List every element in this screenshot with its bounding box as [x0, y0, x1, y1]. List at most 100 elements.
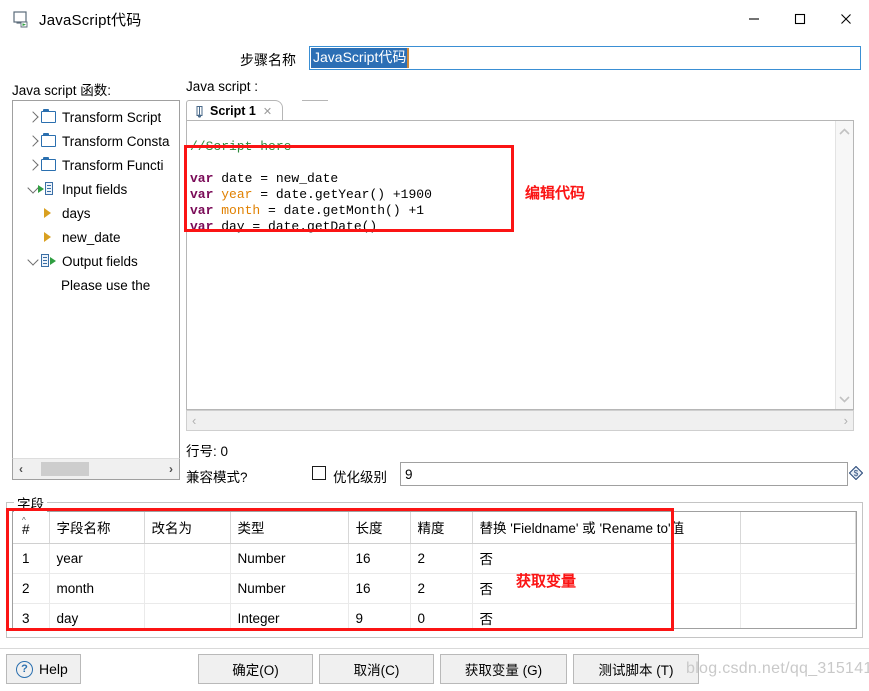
- code-variable: year: [221, 187, 253, 202]
- get-variables-button-label: 获取变量 (G): [464, 663, 543, 678]
- code-keyword: var: [190, 219, 214, 234]
- cell-type[interactable]: Number: [230, 543, 349, 574]
- tree-horizontal-scrollbar[interactable]: ‹ ›: [12, 458, 180, 480]
- cancel-button[interactable]: 取消(C): [319, 654, 434, 684]
- tree-item-label: days: [62, 205, 91, 221]
- code-text: = date.getYear() +1900: [252, 187, 432, 202]
- script-tab-icon: [193, 105, 206, 118]
- ok-button[interactable]: 确定(O): [198, 654, 313, 684]
- optimization-level-checkbox[interactable]: [312, 466, 326, 480]
- tree-item-output-fields[interactable]: Output fields: [13, 249, 179, 273]
- cell-extra[interactable]: [740, 573, 856, 604]
- table-row[interactable]: 1 year Number 16 2 否: [13, 543, 856, 574]
- scroll-down-icon[interactable]: [836, 390, 853, 407]
- scroll-left-icon[interactable]: ‹: [192, 413, 196, 428]
- tree-item-label: Please use the: [61, 277, 151, 293]
- tab-label: Script 1: [210, 104, 256, 118]
- tree-item-label: new_date: [62, 229, 121, 245]
- compatibility-mode-label: 兼容模式?: [186, 470, 248, 485]
- code-comment: //Script here: [190, 139, 292, 154]
- scrollbar-thumb[interactable]: [41, 462, 89, 476]
- folder-icon: [41, 109, 58, 125]
- field-arrow-icon: [41, 205, 58, 221]
- maximize-icon[interactable]: [777, 0, 823, 38]
- functions-tree-panel[interactable]: Transform Script Transform Consta Transf…: [12, 100, 180, 480]
- column-header-length[interactable]: 长度: [348, 512, 411, 544]
- cell-fieldname[interactable]: day: [49, 603, 145, 628]
- tree-item-transform-functions[interactable]: Transform Functi: [13, 153, 179, 177]
- tree-item-input-fields[interactable]: Input fields: [13, 177, 179, 201]
- close-icon[interactable]: [823, 0, 869, 38]
- column-header-extra[interactable]: [740, 512, 856, 544]
- get-variables-button[interactable]: 获取变量 (G): [440, 654, 567, 684]
- functions-panel-caption: Java script 函数:: [12, 83, 112, 98]
- cell-fieldname[interactable]: year: [49, 543, 145, 574]
- column-header-fieldname[interactable]: 字段名称: [49, 512, 145, 544]
- scroll-left-icon[interactable]: ‹: [13, 462, 29, 476]
- code-text: day = date.getDate(): [213, 219, 378, 234]
- line-number-label: 行号: 0: [186, 444, 229, 459]
- cell-extra[interactable]: [740, 603, 856, 628]
- cell-rename[interactable]: [144, 543, 231, 574]
- step-name-input[interactable]: JavaScript代码: [309, 46, 861, 70]
- table-row[interactable]: 3 day Integer 9 0 否: [13, 603, 856, 628]
- fields-table[interactable]: ^ # 字段名称 改名为 类型 长度 精度 替换 'Fieldname' 或 '…: [12, 511, 857, 629]
- scroll-up-icon[interactable]: [836, 123, 853, 140]
- tree-item-new-date[interactable]: new_date: [13, 225, 179, 249]
- cell-precision[interactable]: 0: [410, 603, 473, 628]
- column-header-rename[interactable]: 改名为: [144, 512, 231, 544]
- cell-length[interactable]: 16: [348, 543, 411, 574]
- cell-precision[interactable]: 2: [410, 573, 473, 604]
- cell-rename[interactable]: [144, 603, 231, 628]
- minimize-icon[interactable]: [731, 0, 777, 38]
- tree-item-transform-script[interactable]: Transform Script: [13, 105, 179, 129]
- cell-fieldname[interactable]: month: [49, 573, 145, 604]
- cell-precision[interactable]: 2: [410, 543, 473, 574]
- cell-type[interactable]: Number: [230, 573, 349, 604]
- code-text: date = new_date: [213, 171, 339, 186]
- tree-item-label: Transform Script: [62, 109, 162, 125]
- annotation-label-edit-code: 编辑代码: [525, 185, 586, 202]
- help-button[interactable]: ? Help: [6, 654, 81, 684]
- code-keyword: var: [190, 187, 214, 202]
- table-row[interactable]: 2 month Number 16 2 否: [13, 573, 856, 604]
- editor-horizontal-scrollbar[interactable]: ‹ ›: [186, 410, 854, 431]
- chevron-right-icon[interactable]: [25, 111, 41, 123]
- cell-extra[interactable]: [740, 543, 856, 574]
- column-header-replace[interactable]: 替换 'Fieldname' 或 'Rename to'值: [472, 512, 741, 544]
- chevron-right-icon[interactable]: [25, 135, 41, 147]
- test-script-button[interactable]: 测试脚本 (T): [573, 654, 699, 684]
- cell-length[interactable]: 9: [348, 603, 411, 628]
- optimization-level-value: 9: [405, 466, 413, 482]
- scroll-right-icon[interactable]: ›: [844, 413, 848, 428]
- functions-tree: Transform Script Transform Consta Transf…: [13, 101, 179, 297]
- cell-type[interactable]: Integer: [230, 603, 349, 628]
- cell-index: 1: [13, 543, 50, 574]
- column-header-type[interactable]: 类型: [230, 512, 349, 544]
- tree-item-transform-constants[interactable]: Transform Consta: [13, 129, 179, 153]
- cell-replace[interactable]: 否: [472, 543, 741, 574]
- cell-replace[interactable]: 否: [472, 573, 741, 604]
- chevron-down-icon[interactable]: [25, 253, 41, 266]
- optimization-level-input[interactable]: 9: [400, 462, 848, 486]
- scroll-right-icon[interactable]: ›: [163, 462, 179, 476]
- chevron-right-icon[interactable]: [25, 159, 41, 171]
- cell-replace[interactable]: 否: [472, 603, 741, 628]
- cell-rename[interactable]: [144, 573, 231, 604]
- window-controls: [731, 0, 869, 38]
- tree-item-days[interactable]: days: [13, 201, 179, 225]
- code-keyword: var: [190, 171, 214, 186]
- column-header-precision[interactable]: 精度: [410, 512, 473, 544]
- code-content: //Script here var date = new_date var ye…: [187, 121, 853, 251]
- step-name-label: 步骤名称: [240, 52, 296, 68]
- folder-icon: [41, 157, 58, 173]
- cell-length[interactable]: 16: [348, 573, 411, 604]
- column-header-index[interactable]: ^ #: [13, 512, 50, 544]
- window-title: JavaScript代码: [39, 11, 142, 29]
- tab-script-1[interactable]: Script 1 ✕: [186, 100, 284, 121]
- code-text-area[interactable]: //Script here var date = new_date var ye…: [186, 120, 854, 410]
- question-circle-icon: ?: [16, 660, 33, 678]
- insert-variable-icon[interactable]: $: [848, 465, 864, 481]
- editor-vertical-scrollbar[interactable]: [835, 121, 853, 409]
- close-icon[interactable]: ✕: [263, 105, 272, 118]
